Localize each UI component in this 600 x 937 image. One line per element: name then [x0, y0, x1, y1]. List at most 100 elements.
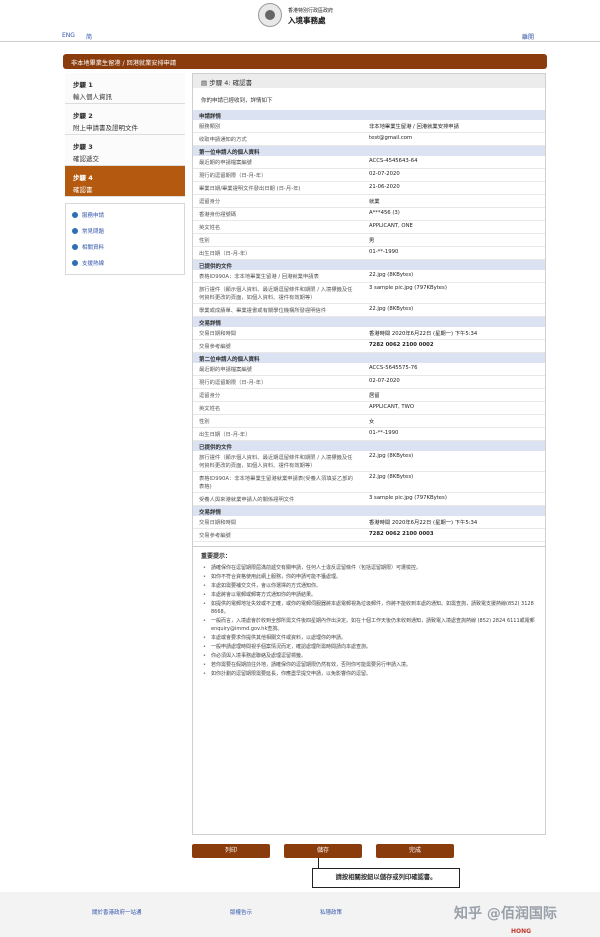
lang-simplified-link[interactable]: 简 — [86, 32, 92, 41]
detail-row: 表格ID990A：非本地畢業生留港就業申請表(受養人須填妥乙部的表格) 22.jp… — [193, 472, 545, 493]
detail-label: 最近期的申請檔案編號 — [199, 367, 252, 373]
detail-row: 旅行證件（顯示個人資料、最近期逗留條件和期限 / 入境標籤及任何資料更改的頁面，… — [193, 451, 545, 472]
watermark: 知乎 @佰润国际 — [454, 906, 557, 922]
section-header: 已提供的文件 — [193, 260, 545, 270]
top-nav: ENG 简 離開 — [0, 30, 600, 42]
detail-row: 旅行證件（顯示個人資料、最近期逗留條件和期限 / 入境標籤及任何資料更改的頁面，… — [193, 283, 545, 304]
note-text: 若你需要在假期前往外地，請確保你的逗留期限仍然有效，否則你可能需要另行申請入境。 — [211, 662, 412, 668]
side-link-hotline[interactable]: 支援熱線 — [72, 255, 178, 271]
detail-value: 01-**-1990 — [369, 249, 399, 255]
step-title: 步驟 3 — [73, 143, 93, 151]
detail-row: 交易參考編號 7282 0062 2100 0002 — [193, 340, 545, 353]
detail-label: 現行的逗留期限（日-月-年） — [199, 173, 267, 179]
bullet-icon: • — [203, 601, 206, 607]
detail-label: 旅行證件（顯示個人資料、最近期逗留條件和期限 / 入境標籤及任何資料更改的頁面，… — [199, 287, 353, 301]
bullet-icon: • — [203, 574, 206, 580]
section-header: 交易詳情 — [193, 317, 545, 327]
bullet-icon: • — [203, 662, 206, 668]
confirmation-panel: ▤ 步驟 4: 確認書 你的申請已經收到，詳情如下 申請詳情 服務類別 非本地畢業生… — [192, 73, 546, 835]
tooltip-callout: 請按相關按鈕以儲存或列印確認書。 — [312, 868, 460, 888]
note-text: 如你不符合資格使用此網上服務，你的申請可能不獲處理。 — [211, 574, 342, 580]
section-header: 已提供的文件 — [193, 441, 545, 451]
tooltip-pointer — [318, 858, 319, 868]
detail-value: 3 sample pic.jpg (797KBytes) — [369, 495, 447, 501]
step-title: 步驟 4 — [73, 174, 93, 182]
side-link-related[interactable]: 相關資料 — [72, 239, 178, 255]
detail-label: 逗留身分 — [199, 393, 221, 399]
page-title: 非本地畢業生留港 / 回港就業安排申請 — [63, 54, 547, 69]
side-link-label: 服務申請 — [82, 213, 105, 219]
side-link-faq[interactable]: 常見問題 — [72, 223, 178, 239]
document-icon: ▤ — [201, 79, 210, 87]
detail-row: 性別 女 — [193, 415, 545, 428]
section-header: 申請詳情 — [193, 110, 545, 120]
detail-row: 表格ID990A：非本地畢業生留港 / 回港就業申請表 22.jpg (8KByt… — [193, 270, 545, 283]
detail-row: 現行的逗留期限（日-月-年） 02-07-2020 — [193, 169, 545, 182]
detail-value: 非本地畢業生留港 / 回港就業安排申請 — [369, 124, 459, 130]
detail-value: 01-**-1990 — [369, 430, 399, 436]
print-button[interactable]: 列印 — [192, 844, 270, 858]
section-header: 第一位申請人的個人資料 — [193, 146, 545, 156]
detail-row: 現行的逗留期限（日-月-年） 02-07-2020 — [193, 376, 545, 389]
detail-value: 22.jpg (8KBytes) — [369, 474, 414, 480]
done-button[interactable]: 完成 — [376, 844, 454, 858]
notes-title: 重要提示： — [193, 546, 545, 564]
footer-link-copyright[interactable]: 版權告示 — [230, 908, 252, 916]
step-desc: 確認書 — [73, 186, 93, 194]
detail-value: 就業 — [369, 199, 380, 205]
detail-row: 逗留身分 居留 — [193, 389, 545, 402]
step-desc: 附上申請書及證明文件 — [73, 124, 138, 132]
bullet-icon: • — [203, 635, 206, 641]
footer-link-privacy[interactable]: 私隱政策 — [320, 908, 342, 916]
footer-link-about[interactable]: 關於香港政府一站通 — [92, 908, 142, 916]
note-item: • 本處將會以電郵或郵寄方式通知你的申請結果。 — [193, 591, 545, 600]
detail-value: APPLICANT, ONE — [369, 223, 413, 229]
logo[interactable]: 香港特別行政區政府 入境事務處 — [258, 3, 358, 27]
detail-label: 現行的逗留期限（日-月-年） — [199, 380, 267, 386]
detail-value: ACCS-4545643-64 — [369, 158, 418, 164]
side-link-apply[interactable]: 服務申請 — [72, 207, 178, 223]
detail-value: ACCS-5645575-76 — [369, 365, 418, 371]
detail-label: 交易參考編號 — [199, 344, 231, 350]
step-1: 步驟 1 輸入個人資訊 — [65, 73, 185, 104]
step-sidebar: 步驟 1 輸入個人資訊 步驟 2 附上申請書及證明文件 步驟 3 確認遞交 步驟… — [65, 73, 185, 197]
detail-label: 英文姓名 — [199, 406, 221, 412]
detail-label: 出生日期（日-月-年） — [199, 432, 251, 438]
bullet-icon — [72, 260, 78, 266]
detail-row: 性別 男 — [193, 234, 545, 247]
lang-eng-link[interactable]: ENG — [62, 32, 75, 39]
step-title: 步驟 2 — [73, 112, 93, 120]
detail-row: 英文姓名 APPLICANT, ONE — [193, 221, 545, 234]
step-title: 步驟 1 — [73, 81, 93, 89]
detail-value: 02-07-2020 — [369, 378, 400, 384]
bullet-icon: • — [203, 644, 206, 650]
detail-row: 畢業日期/畢業證明文件發出日期 (日-月-年) 21-06-2020 — [193, 182, 545, 195]
note-text: 一般而言，入境處會於收到全部所需文件後四星期內作出決定。如在十個工作天後仍未收到… — [211, 618, 535, 632]
detail-row: 受養人與來港就業申請人的關係證明文件 3 sample pic.jpg (797K… — [193, 493, 545, 506]
bullet-icon: • — [203, 671, 206, 677]
note-item: • 如你不符合資格使用此網上服務，你的申請可能不獲處理。 — [193, 573, 545, 582]
detail-label: 最近期的申請檔案編號 — [199, 160, 252, 166]
side-link-label: 相關資料 — [82, 245, 105, 251]
note-text: 本處將會以電郵或郵寄方式通知你的申請結果。 — [211, 592, 317, 598]
detail-value: test@gmail.com — [369, 135, 413, 141]
note-text: 本處或會要求你提供其他相關文件或資料，以處理你的申請。 — [211, 635, 347, 641]
detail-value: 女 — [369, 419, 375, 425]
exit-link[interactable]: 離開 — [522, 32, 534, 41]
panel-heading: ▤ 步驟 4: 確認書 — [193, 74, 545, 88]
detail-label: 性別 — [199, 419, 210, 425]
detail-value: APPLICANT, TWO — [369, 404, 415, 410]
detail-label: 交易日期和時間 — [199, 520, 237, 526]
detail-row: 學業或成績單、畢業證書或有關學位機構所發證明信件 22.jpg (8KBytes) — [193, 304, 545, 317]
step-desc: 輸入個人資訊 — [73, 93, 112, 101]
step-4-current: 步驟 4 確認書 — [65, 166, 185, 197]
note-text: 你必須與入境事務處聯絡及處理逗留標籤。 — [211, 653, 307, 659]
note-item: • 一般申請處理時間視乎個案情況而定，確認處理所需時間請向本處查詢。 — [193, 643, 545, 652]
detail-label: 交易日期和時間 — [199, 331, 237, 337]
detail-label: 表格ID990A：非本地畢業生留港就業申請表(受養人須填妥乙部的表格) — [199, 476, 353, 490]
note-text: 如提供的電郵地址失效或不正確，或你的電郵伺服器將本處電郵視為垃圾郵件，你將不能收… — [211, 601, 534, 615]
logo-line2: 入境事務處 — [288, 16, 326, 25]
note-text: 一般申請處理時間視乎個案情況而定，確認處理所需時間請向本處查詢。 — [211, 644, 372, 650]
save-button[interactable]: 儲存 — [284, 844, 362, 858]
detail-label: 旅行證件（顯示個人資料、最近期逗留條件和期限 / 入境標籤及任何資料更改的頁面，… — [199, 455, 353, 469]
